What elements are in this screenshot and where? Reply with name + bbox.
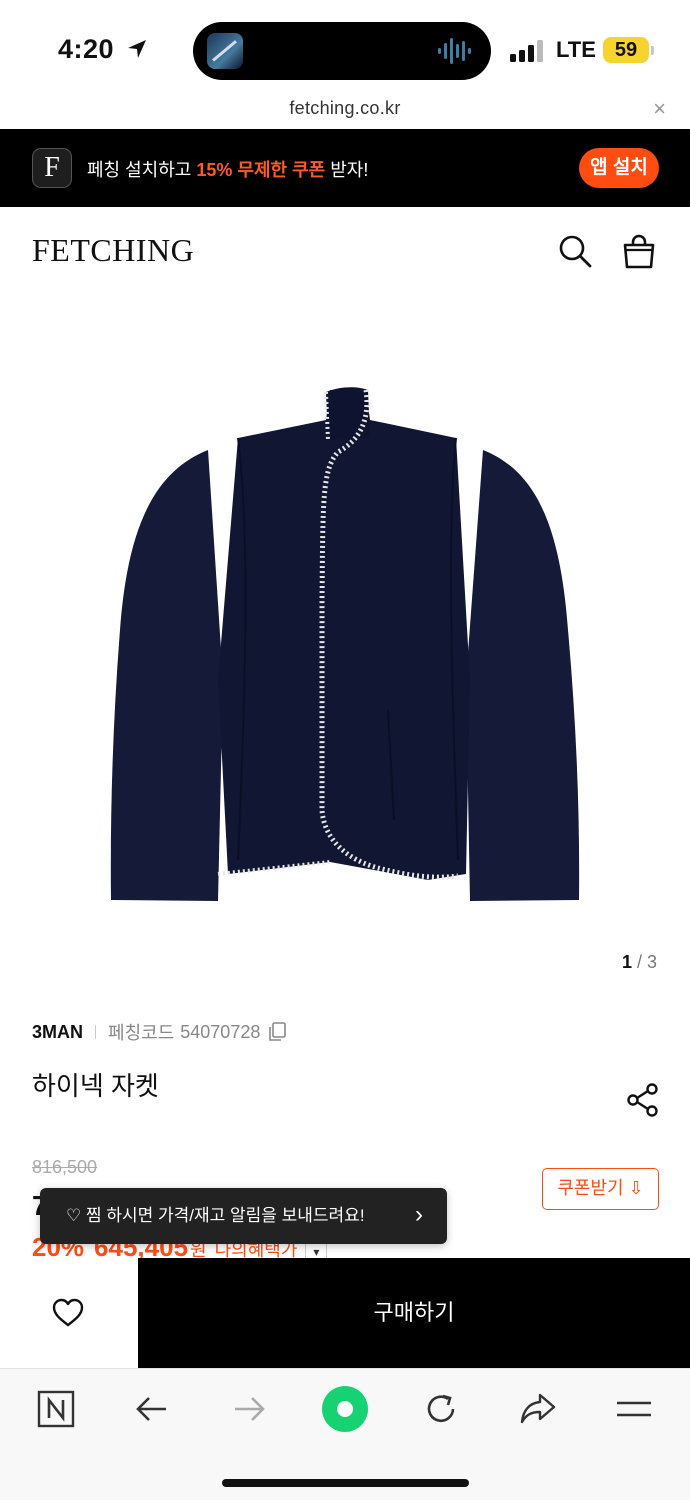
banner-text-highlight: 15% 무제한 쿠폰 (196, 160, 326, 180)
brand-row: 3MAN 페칭코드 54070728 (32, 1020, 287, 1044)
home-indicator[interactable] (222, 1479, 469, 1487)
app-install-button[interactable]: 앱 설치 (579, 148, 659, 188)
product-name: 하이넥 자켓 (32, 1071, 159, 1101)
image-counter-separator: / (631, 952, 647, 972)
naver-home-icon[interactable] (36, 1389, 76, 1429)
image-counter: 1 / 3 (622, 952, 657, 973)
jacket-illustration (110, 387, 580, 901)
url-text[interactable]: fetching.co.kr (0, 98, 690, 119)
banner-text-after: 받자! (325, 160, 369, 180)
get-coupon-button[interactable]: 쿠폰받기 ⇩ (542, 1168, 659, 1210)
product-code-value: 54070728 (180, 1021, 261, 1042)
menu-icon[interactable] (614, 1389, 654, 1429)
reload-icon[interactable] (421, 1389, 461, 1429)
status-time: 4:20 (58, 34, 115, 64)
cellular-signal-icon (510, 40, 543, 62)
original-price: 816,500 (32, 1157, 98, 1177)
chevron-right-icon[interactable]: › (415, 1188, 423, 1242)
site-header: FETCHING (0, 207, 690, 295)
share-arrow-icon[interactable] (518, 1389, 558, 1429)
location-arrow-icon (128, 40, 146, 58)
app-install-banner: F 페칭 설치하고 15% 무제한 쿠폰 받자! 앱 설치 (0, 129, 690, 207)
copy-icon[interactable] (268, 1022, 287, 1042)
wishlist-button[interactable] (0, 1258, 138, 1368)
app-banner-text: 페칭 설치하고 15% 무제한 쿠폰 받자! (87, 156, 368, 182)
network-type: LTE (556, 37, 596, 62)
back-arrow-icon[interactable] (132, 1389, 172, 1429)
search-icon[interactable] (557, 233, 593, 269)
image-counter-current: 1 (621, 952, 632, 972)
forward-arrow-icon[interactable] (229, 1389, 269, 1429)
brand-name[interactable]: 3MAN (32, 1022, 83, 1043)
green-dot-icon[interactable] (321, 1385, 369, 1433)
app-logo: F (32, 148, 72, 188)
banner-text-before: 페칭 설치하고 (87, 160, 197, 180)
battery-indicator: 59 (603, 37, 654, 63)
site-logo[interactable]: FETCHING (32, 232, 194, 269)
dynamic-island[interactable] (193, 22, 491, 80)
url-bar[interactable]: fetching.co.kr × (0, 92, 690, 129)
shopping-bag-icon[interactable] (620, 233, 658, 271)
product-image[interactable] (98, 380, 590, 910)
purchase-bar: 구매하기 (0, 1258, 690, 1368)
buy-button[interactable]: 구매하기 (138, 1258, 690, 1368)
toast-message: ♡ 찜 하시면 가격/재고 알림을 보내드려요! (66, 1206, 365, 1225)
divider (95, 1025, 97, 1039)
product-code-label: 페칭코드 (108, 1023, 175, 1043)
status-bar: 4:20 LTE 59 (0, 0, 690, 92)
audio-waveform-icon (438, 38, 471, 64)
wishlist-toast[interactable]: ♡ 찜 하시면 가격/재고 알림을 보내드려요! › (40, 1188, 447, 1244)
close-icon[interactable]: × (653, 98, 666, 120)
share-icon[interactable] (625, 1082, 661, 1118)
image-counter-total: 3 (646, 952, 657, 972)
now-playing-artwork (207, 33, 243, 69)
heart-icon (52, 1298, 84, 1327)
